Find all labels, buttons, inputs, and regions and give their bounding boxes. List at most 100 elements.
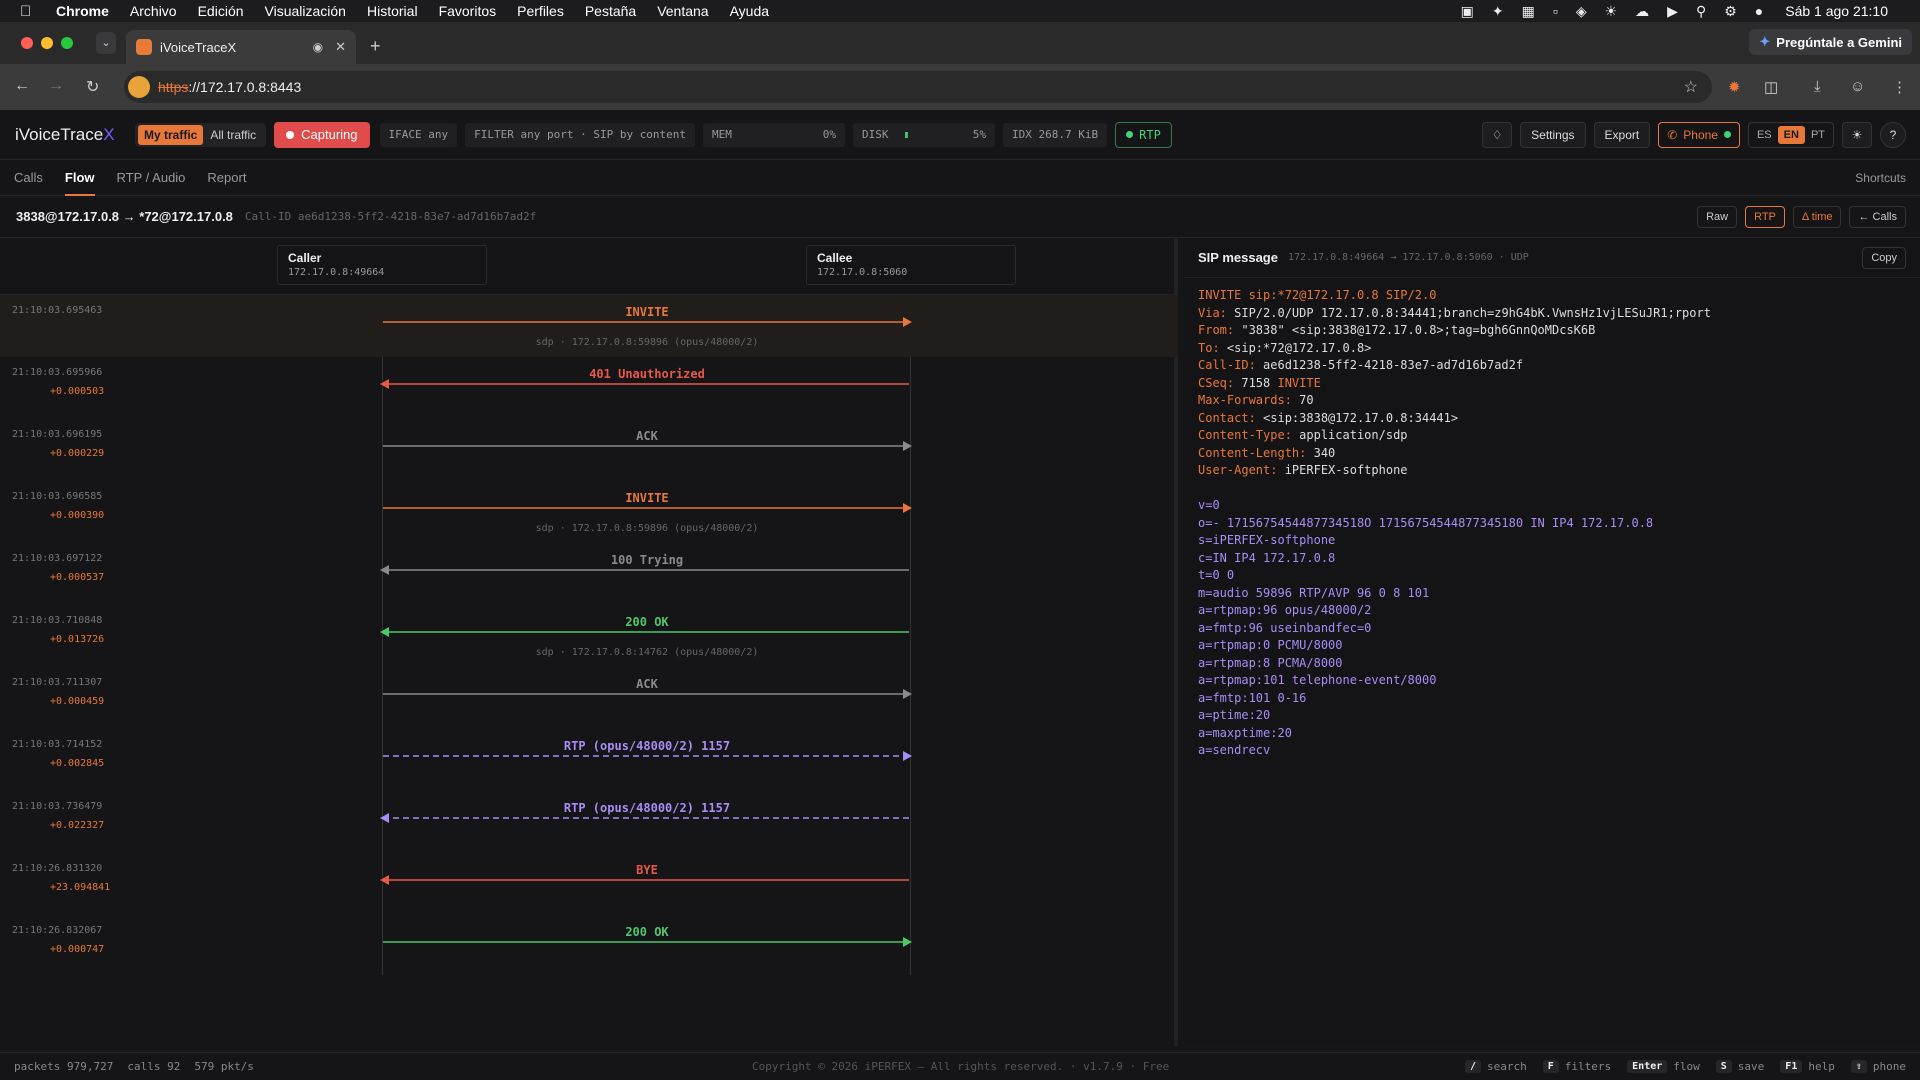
sip-line: s=iPERFEX-softphone [1198, 532, 1906, 550]
window-close-button[interactable] [21, 37, 33, 49]
flow-row[interactable]: 21:10:26.832067 +0.000747 200 OK [0, 915, 1178, 977]
flow-row[interactable]: 21:10:03.711307 +0.000459 ACK [0, 667, 1178, 729]
bookmark-star-icon[interactable]: ☆ [1684, 77, 1698, 97]
shortcuts-link[interactable]: Shortcuts [1855, 171, 1906, 185]
capturing-button[interactable]: Capturing [274, 121, 370, 148]
menu-item-favoritos[interactable]: Favoritos [439, 3, 497, 19]
lang-pt-button[interactable]: PT [1805, 126, 1831, 144]
menu-item-edicion[interactable]: Edición [198, 3, 244, 19]
flow-arrow [380, 379, 909, 389]
menu-item-ayuda[interactable]: Ayuda [730, 3, 769, 19]
flow-row[interactable]: 21:10:03.714152 +0.002845 RTP (opus/48000/… [0, 729, 1178, 791]
call-id: Call-ID ae6d1238-5ff2-4218-83e7-ad7d16b7… [244, 210, 537, 223]
iface-chip[interactable]: IFACE any [379, 122, 458, 147]
flow-arrow [380, 813, 909, 823]
sparkle-icon[interactable]: ✦ [1492, 3, 1504, 20]
tab-rtp-audio[interactable]: RTP / Audio [117, 160, 186, 196]
phone-button[interactable]: ✆ Phone [1658, 121, 1740, 148]
lang-en-button[interactable]: EN [1777, 125, 1805, 144]
brightness-icon[interactable]: ☀ [1605, 3, 1618, 20]
window-minimize-button[interactable] [41, 37, 53, 49]
grid-icon[interactable]: ▦ [1522, 3, 1535, 20]
help-icon[interactable]: ? [1880, 121, 1906, 148]
flow-row[interactable]: 21:10:03.695966 +0.000503 401 Unauthorized [0, 357, 1178, 419]
notifications-bell-icon[interactable]: ♢ [1482, 121, 1513, 148]
flow-row[interactable]: 21:10:03.696195 +0.000229 ACK [0, 419, 1178, 481]
search-icon[interactable]: ⚲ [1696, 3, 1706, 20]
cloud-icon[interactable]: ☁ [1635, 3, 1649, 20]
site-info-icon[interactable] [128, 76, 150, 98]
menu-item-archivo[interactable]: Archivo [130, 3, 177, 19]
tab-flow[interactable]: Flow [64, 160, 95, 196]
sip-line: a=maxptime:20 [1198, 725, 1906, 743]
extension-icon[interactable]: ✹ [1728, 78, 1741, 96]
all-traffic-button[interactable]: All traffic [203, 125, 263, 145]
my-traffic-button[interactable]: My traffic [138, 124, 204, 145]
disk-meter: DISK 5% [853, 122, 996, 147]
browser-tabbar: ⌄ iVoiceTraceX ◉ ✕ + ✦ Pregúntale a Gemi… [0, 22, 1920, 64]
flow-row[interactable]: 21:10:03.736479 +0.022327 RTP (opus/48000/… [0, 791, 1178, 853]
forward-icon[interactable]: → [48, 77, 64, 95]
url-text[interactable]: https://172.17.0.8:8443 [158, 79, 301, 95]
apple-menu-icon[interactable]:  [20, 3, 38, 20]
menu-item-historial[interactable]: Historial [367, 3, 418, 19]
download-icon[interactable]: ⤓ [1814, 78, 1821, 95]
flow-row[interactable]: 21:10:03.695463 INVITE sdp · 172.17.0.8:59… [0, 295, 1178, 357]
sip-header-value: application/sdp [1291, 428, 1408, 442]
close-tab-icon[interactable]: ✕ [335, 39, 346, 55]
flow-arrow-head [903, 937, 912, 947]
control-center-icon[interactable]: ⚙ [1724, 3, 1737, 20]
menu-app-name[interactable]: Chrome [56, 3, 109, 19]
flow-arrow [383, 937, 912, 947]
sip-message-body[interactable]: INVITE sip:*72@172.17.0.8 SIP/2.0 Via: SI… [1184, 278, 1920, 769]
theme-toggle-icon[interactable]: ☀ [1842, 121, 1872, 148]
lang-es-button[interactable]: ES [1751, 126, 1778, 144]
cube-icon[interactable]: ◈ [1576, 3, 1587, 20]
reload-icon[interactable]: ↻ [86, 77, 99, 97]
menu-item-pestana[interactable]: Pestaña [585, 3, 636, 19]
extensions-puzzle-icon[interactable]: ◫ [1764, 78, 1778, 96]
flow-row[interactable]: 21:10:03.710848 +0.013726 200 OK sdp · 172.… [0, 605, 1178, 667]
flow-row[interactable]: 21:10:03.696585 +0.000390 INVITE sdp · 172.… [0, 481, 1178, 543]
address-bar[interactable]: https://172.17.0.8:8443 ☆ [124, 71, 1712, 103]
tab-calls[interactable]: Calls [14, 160, 43, 196]
flow-timestamp: 21:10:03.696585 [12, 491, 103, 502]
play-icon[interactable]: ▶ [1667, 3, 1678, 20]
siri-icon[interactable]: ● [1755, 3, 1763, 19]
flow-row[interactable]: 21:10:03.697122 +0.000537 100 Trying [0, 543, 1178, 605]
camera-icon[interactable]: ▣ [1461, 3, 1474, 20]
flow-timestamp: 21:10:03.695966 [12, 367, 103, 378]
filter-chip[interactable]: FILTER any port · SIP by content [465, 122, 696, 147]
menu-item-visualizacion[interactable]: Visualización [265, 3, 346, 19]
menu-item-perfiles[interactable]: Perfiles [517, 3, 564, 19]
flow-row[interactable]: 21:10:26.831320 +23.094841 BYE [0, 853, 1178, 915]
sip-line: a=fmtp:101 0-16 [1198, 690, 1906, 708]
mem-label: MEM [712, 128, 732, 141]
copy-button[interactable]: Copy [1862, 246, 1906, 269]
rtp-toggle-button[interactable]: RTP [1745, 205, 1785, 228]
disk-label: DISK [862, 128, 889, 141]
chrome-menu-icon[interactable]: ⋮ [1892, 78, 1907, 96]
new-tab-icon[interactable]: + [370, 36, 381, 57]
settings-button[interactable]: Settings [1520, 121, 1586, 148]
profile-avatar-icon[interactable]: ☺ [1850, 78, 1865, 95]
sip-line: o=- 1715675454487734518O 171567545448773… [1198, 515, 1906, 533]
window-zoom-button[interactable] [61, 37, 73, 49]
sdp-line: o=- 1715675454487734518O 171567545448773… [1198, 515, 1654, 530]
sip-line: v=0 [1198, 497, 1906, 515]
back-to-calls-button[interactable]: ← Calls [1849, 205, 1906, 228]
menu-item-ventana[interactable]: Ventana [657, 3, 708, 19]
flow-arrow-head [903, 441, 912, 451]
menubar-clock[interactable]: Sáb 1 ago 21:10 [1785, 3, 1888, 19]
keyboard-hint: ⇧ phone [1850, 1060, 1906, 1073]
browser-tab[interactable]: iVoiceTraceX ◉ ✕ [126, 30, 356, 64]
rtp-status-chip[interactable]: RTP [1115, 121, 1172, 148]
tab-search-chevron-icon[interactable]: ⌄ [96, 32, 116, 54]
tab-report[interactable]: Report [207, 160, 246, 196]
export-button[interactable]: Export [1593, 121, 1651, 148]
calendar-icon[interactable]: ▫ [1553, 3, 1558, 19]
back-icon[interactable]: ← [14, 77, 30, 95]
gemini-button[interactable]: ✦ Pregúntale a Gemini [1749, 29, 1912, 55]
raw-button[interactable]: Raw [1697, 205, 1738, 228]
delta-time-button[interactable]: Δ time [1792, 205, 1842, 228]
